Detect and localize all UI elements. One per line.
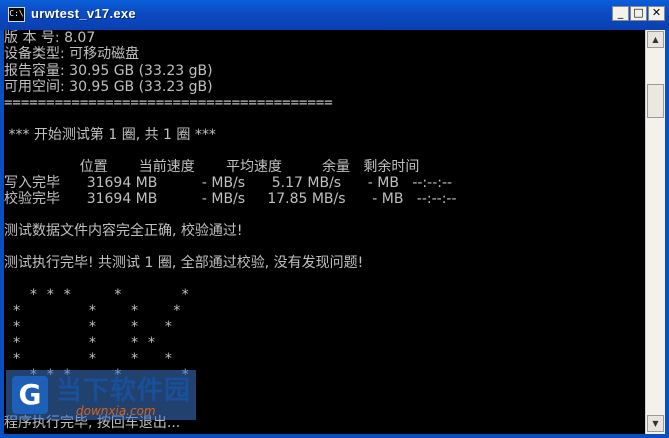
console-line-separator: ======================================= [4,95,333,111]
scroll-down-arrow-icon[interactable]: ▼ [647,415,664,432]
window-frame-right [665,30,669,438]
vertical-scrollbar[interactable]: ▲ ▼ [645,30,665,434]
scroll-up-arrow-icon[interactable]: ▲ [647,31,664,48]
console-line-verify-complete: 校验完毕 31694 MB - MB/s 17.85 MB/s - MB --:… [4,191,457,207]
title-bar[interactable]: C:\ urwtest_v17.exe _ □ ✕ [0,0,669,30]
console-line-ascii-art: * * * * [4,319,173,335]
watermark-title: 当下软件园 [56,376,192,406]
watermark-url: downxia.com [76,404,156,418]
window-title: urwtest_v17.exe [31,6,136,21]
console-line-available-space: 可用空间: 30.95 GB (33.23 gB) [4,79,213,95]
close-button[interactable]: ✕ [648,6,665,21]
console-line-version: 版 本 号: 8.07 [4,30,96,46]
console-line-ascii-art: * * * * [4,303,182,319]
console-line-round-start: *** 开始测试第 1 圈, 共 1 圈 *** [4,127,216,143]
console-line-ascii-art: * * * * [4,335,156,351]
console-line-ascii-art: * * * * [4,351,173,367]
scroll-thumb[interactable] [647,84,664,118]
console-line-test-complete: 测试执行完毕! 共测试 1 圈, 全部通过校验, 没有发现问题! [4,255,364,271]
console-app-icon[interactable]: C:\ [8,7,25,22]
site-watermark: G 当下软件园 downxia.com [6,370,196,420]
console-line-write-complete: 写入完毕 31694 MB - MB/s 5.17 MB/s - MB --:-… [4,175,453,191]
window-frame-bottom [0,434,669,438]
minimize-button[interactable]: _ [612,6,629,21]
console-line-reported-capacity: 报告容量: 30.95 GB (33.23 gB) [4,63,213,79]
watermark-logo-icon: G [12,376,48,414]
console-line-table-header: 位置 当前速度 平均速度 余量 剩余时间 [4,159,420,175]
console-line-data-correct: 测试数据文件内容完全正确, 校验通过! [4,223,243,239]
maximize-button[interactable]: □ [630,6,647,21]
console-line-device-type: 设备类型: 可移动磁盘 [4,46,140,62]
console-line-ascii-art: * * * * * [4,287,190,303]
console-window: C:\ urwtest_v17.exe _ □ ✕ 版 本 号: 8.07 设备… [0,0,669,438]
